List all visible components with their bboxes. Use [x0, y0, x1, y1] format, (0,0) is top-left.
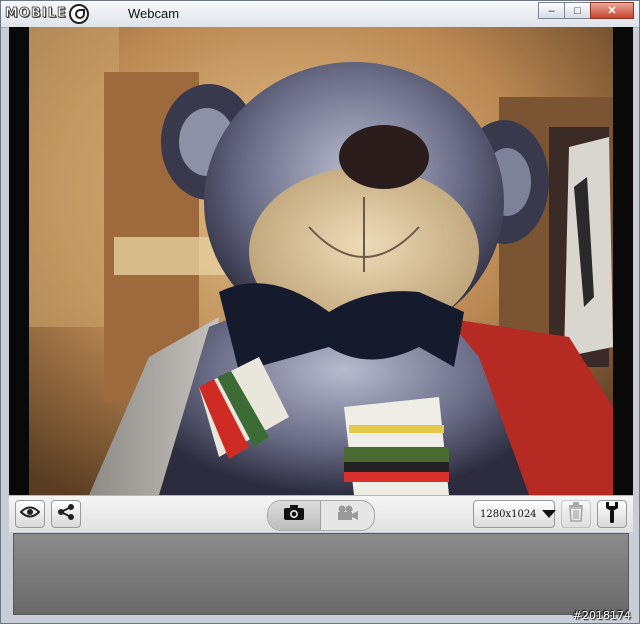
bottom-toolbar: 1280x1024: [9, 495, 633, 532]
resolution-dropdown[interactable]: 1280x1024: [473, 500, 556, 528]
logo-text: MOBILE: [5, 6, 67, 22]
share-button[interactable]: [51, 500, 81, 528]
webcam-frame-image: [9, 27, 633, 495]
app-logo: MOBILE: [5, 3, 89, 24]
delete-button[interactable]: [561, 500, 591, 528]
trash-icon: [568, 501, 584, 527]
settings-button[interactable]: [597, 500, 627, 528]
eye-icon: [19, 505, 41, 524]
video-mode-button[interactable]: [321, 501, 374, 530]
maximize-button[interactable]: □: [564, 2, 591, 19]
watermark: #2018174: [572, 609, 631, 622]
share-icon: [57, 503, 75, 526]
webcam-window: MOBILE Webcam – □ ✕ 1280x1024 #2018174: [0, 0, 640, 624]
minimize-button[interactable]: –: [538, 2, 565, 19]
wrench-icon: [604, 501, 620, 528]
close-button[interactable]: ✕: [590, 2, 634, 19]
title-bar[interactable]: MOBILE Webcam – □ ✕: [1, 1, 639, 28]
capture-thumbnail-tray: [13, 533, 629, 615]
logo-mark-icon: [68, 3, 89, 24]
chevron-down-icon: [541, 510, 556, 518]
window-title: Webcam: [128, 6, 180, 21]
capture-mode-switch: [267, 500, 375, 531]
window-controls: – □ ✕: [538, 2, 634, 19]
preview-toggle-button[interactable]: [15, 500, 45, 528]
resolution-value: 1280x1024: [480, 508, 537, 520]
webcam-preview: [9, 27, 633, 495]
video-camera-icon: [337, 505, 359, 526]
camera-icon: [283, 505, 305, 526]
photo-mode-button[interactable]: [268, 501, 321, 530]
